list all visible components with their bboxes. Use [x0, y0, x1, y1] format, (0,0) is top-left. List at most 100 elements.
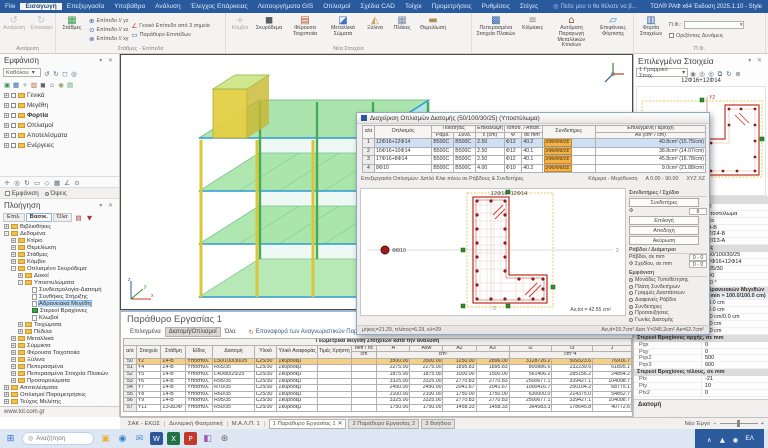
property-row[interactable]: Ρqx2500 — [634, 355, 768, 362]
table-cell[interactable]: Σκυρόδεμ — [277, 358, 317, 365]
display-option-4[interactable]: Συνδετήρες — [629, 303, 707, 310]
stirrup-chip[interactable]: 2Φ8/Φ8/2Σ — [544, 165, 572, 173]
table-row[interactable]: 56Υ9Σ4-ΒΥποστύλ.R95/35C25/30Σκυρόδεμ3325… — [124, 398, 632, 405]
nav-tree-item-1[interactable]: -Δεδομένα — [2, 230, 119, 237]
accept-button[interactable]: Αποδοχή — [629, 226, 699, 235]
zoom-slider[interactable] — [720, 423, 758, 424]
display-tree-item-1[interactable]: +Μεγέθη — [0, 100, 119, 110]
expand-icon[interactable]: + — [18, 273, 23, 278]
stirrup-cell[interactable]: 2Φ8/Φ8/2Σ — [542, 147, 595, 156]
dialog-table-row[interactable]: 48Φ10B500CB500C4.00Φ1040.22Φ8/Φ8/2Σ9.0cm… — [363, 164, 706, 173]
ribbon-tab-11[interactable]: Ρυθμίσεις — [477, 3, 515, 10]
ribbon-tab-7[interactable]: Οπλισμοί — [318, 3, 355, 10]
property-row[interactable]: Ρqy0 — [634, 349, 768, 356]
table-cell[interactable]: 2275.00 — [410, 365, 443, 372]
display-option-0[interactable]: Μονάδες Τοποθέτησης — [629, 277, 707, 284]
table-cell[interactable] — [351, 385, 377, 392]
nav-tree-item-13[interactable]: Κλωβοί — [2, 314, 119, 321]
table-cell[interactable]: Σκυρόδεμ — [277, 371, 317, 378]
plane-button-0[interactable]: ⊕Επίπεδο // yz — [89, 17, 128, 26]
expand-icon[interactable]: + — [11, 357, 16, 362]
table-cell[interactable]: 1750.00 — [443, 391, 476, 398]
table-cell[interactable]: Σκυρόδεμ — [277, 391, 317, 398]
table-cell[interactable]: 1458.33 — [443, 404, 476, 411]
nav-tab-2[interactable]: Όλα — [53, 213, 72, 222]
plane-button-2[interactable]: ⊗Επίπεδο // xy — [89, 35, 128, 44]
steel-button[interactable]: ◪Μεταλλικά Σώματα — [324, 14, 362, 46]
table-cell[interactable]: Υποστύλ. — [186, 371, 213, 378]
nav-tab-1[interactable]: Βασικ. — [26, 213, 52, 222]
dialog-table-cell[interactable]: 3 — [363, 156, 375, 165]
table-cell[interactable]: Υ8 — [136, 391, 161, 398]
dialog-table-cell[interactable]: 17Φ16+8Φ14 — [374, 156, 431, 165]
stirrup-cell[interactable]: 2Φ8/Φ8/2Σ — [542, 156, 595, 165]
table-cell[interactable]: 104098.7 — [593, 378, 632, 385]
expand-icon[interactable]: + — [11, 336, 16, 341]
table-cell[interactable]: 800886.6 — [509, 365, 552, 372]
table-cell[interactable]: Υποστύλ. — [186, 358, 213, 365]
table-cell[interactable]: Υ11 — [136, 404, 161, 411]
table-cell[interactable]: Σκυρόδεμ — [277, 365, 317, 372]
table-cell[interactable] — [351, 371, 377, 378]
workspace-tab-1[interactable]: Διατομή/Οπλισμοί — [166, 328, 220, 336]
nav-tree-item-24[interactable]: +Οπλισμοί Παραμετρήσεις — [2, 391, 119, 398]
table-cell[interactable]: 2041.67 — [476, 385, 509, 392]
item-checkbox[interactable] — [11, 93, 16, 98]
table-cell[interactable]: R60/35 — [213, 391, 255, 398]
table-cell[interactable]: Σκυρόδεμ — [277, 398, 317, 405]
ribbon-tab-6[interactable]: Λειτουργήματα GIS — [253, 3, 319, 10]
table-cell[interactable]: 2500677.1 — [509, 378, 552, 385]
table-cell[interactable]: 3325.00 — [410, 378, 443, 385]
dialog-table-row[interactable]: 112Φ16+12Φ14B500CB500C2.50Φ1240.22Φ8/Φ8/… — [363, 139, 706, 148]
table-cell[interactable] — [317, 371, 351, 378]
table-cell[interactable]: 3500.00 — [410, 358, 443, 365]
table-cell[interactable]: 1895.83 — [443, 365, 476, 372]
ribbon-tab-5[interactable]: Έλεγχος Επάρκειας — [186, 3, 253, 10]
fem-button[interactable]: ▩Πεπερασμένα Στοιχεία Πλακών — [474, 14, 518, 46]
nav-tree-item-17[interactable]: +Σύμμικτα — [2, 342, 119, 349]
dialog-table-cell[interactable]: 12Φ16+12Φ14 — [374, 139, 431, 148]
expand-icon[interactable]: + — [11, 245, 16, 250]
stirrup-cell[interactable]: 2Φ8/Φ8/2Σ — [542, 164, 595, 173]
table-cell[interactable]: 250104.2 — [552, 385, 593, 392]
table-row[interactable]: 50Υ2Σ4-ΒΥποστύλ.L50/100/30/25C25/30Σκυρό… — [124, 358, 632, 365]
table-cell[interactable] — [351, 398, 377, 405]
expand-icon[interactable]: - — [18, 280, 23, 285]
close-icon[interactable]: ✕ — [338, 420, 343, 428]
stirrup-cell[interactable]: 2Φ8/Φ8/2Σ — [542, 139, 595, 148]
dialog-table-cell[interactable]: B500C — [432, 156, 454, 165]
table-cell[interactable]: 364583.3 — [509, 404, 552, 411]
zoom-out-button[interactable]: − — [713, 421, 716, 427]
expand-icon[interactable]: + — [11, 238, 16, 243]
stirrup-chip[interactable]: 2Φ8/Φ8/2Σ — [544, 139, 572, 147]
table-cell[interactable]: C25/30 — [254, 404, 277, 411]
dialog-table-cell[interactable]: 4 — [363, 164, 375, 173]
display-option-3[interactable]: Διαφανείς Ράβδοι — [629, 297, 707, 304]
table-cell[interactable]: 2770.83 — [443, 398, 476, 405]
table-cell[interactable] — [317, 358, 351, 365]
table-cell[interactable]: Σ4-Β — [161, 358, 186, 365]
table-cell[interactable]: Υ9 — [136, 398, 161, 405]
dialog-table-cell[interactable]: Φ10 — [504, 164, 521, 173]
table-cell[interactable]: 54 — [124, 385, 137, 392]
table-cell[interactable] — [351, 365, 377, 372]
dialog-table-cell[interactable]: B500C — [432, 147, 454, 156]
table-cell[interactable]: 55 — [124, 391, 137, 398]
display-option-5[interactable]: Προσαυξήσεις — [629, 310, 707, 317]
table-cell[interactable]: C25/30 — [254, 398, 277, 405]
website-link[interactable]: www.tol.com.gr — [0, 406, 119, 417]
table-cell[interactable]: Σκυρόδεμ — [277, 378, 317, 385]
raf-icon[interactable]: Ρ — [184, 432, 197, 445]
ribbon-tab-12[interactable]: Στέγες — [515, 3, 543, 10]
ribbon-tab-1[interactable]: Εισαγωγή — [20, 3, 61, 10]
field-value[interactable]: 0 - 0 — [689, 254, 707, 261]
workspace-tab-0[interactable]: Επιλεγμένα — [127, 328, 164, 336]
table-cell[interactable]: Σκυρόδεμ — [277, 404, 317, 411]
dialog-table-cell[interactable]: 1 — [363, 139, 375, 148]
expand-icon[interactable]: + — [4, 385, 9, 390]
table-cell[interactable] — [351, 358, 377, 365]
dialog-table-row[interactable]: 317Φ16+8Φ14B500CB500C2.50Φ1240.12Φ8/Φ8/2… — [363, 156, 706, 165]
display-tree-item-0[interactable]: +Γενικά — [0, 90, 119, 100]
expand-icon[interactable]: + — [4, 224, 9, 229]
expand-icon[interactable]: + — [18, 329, 23, 334]
